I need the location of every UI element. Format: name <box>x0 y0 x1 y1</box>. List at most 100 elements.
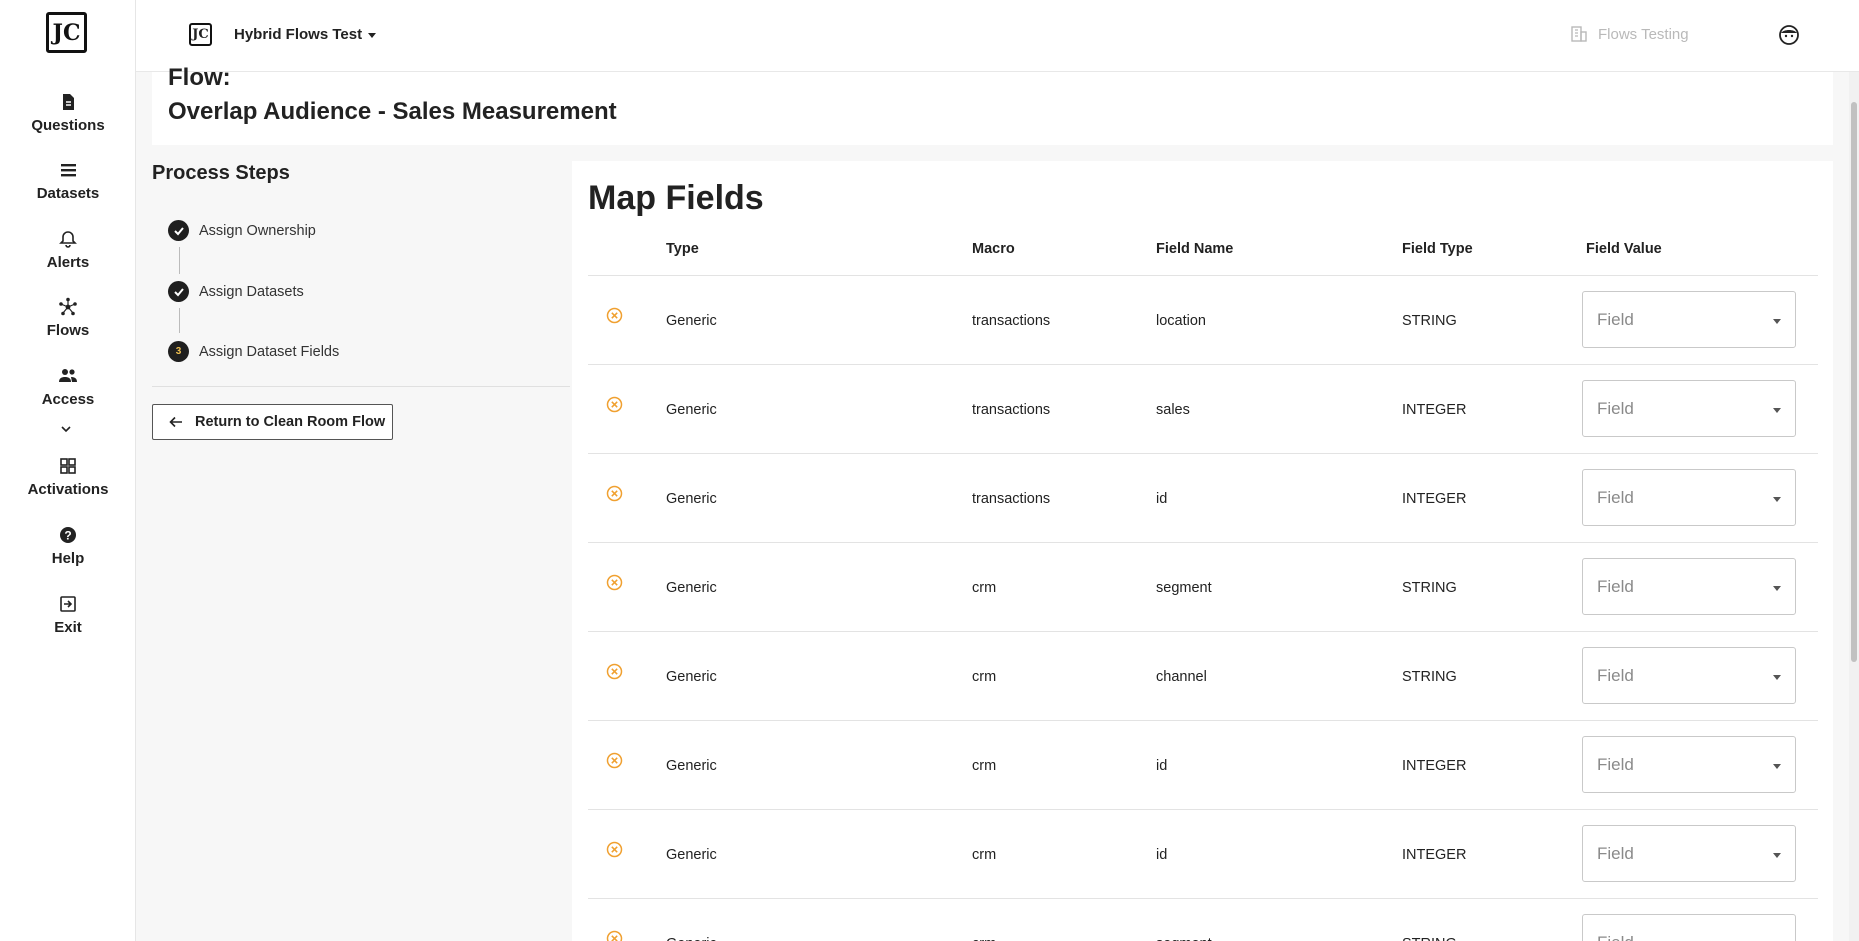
step-assign-dataset-fields[interactable]: 3 Assign Dataset Fields <box>168 341 339 362</box>
field-value-select[interactable]: Field <box>1582 825 1796 882</box>
chevron-down-icon[interactable] <box>58 421 74 437</box>
organization-name: Flows Testing <box>1598 25 1689 43</box>
warning-x-icon <box>606 574 623 591</box>
scrollbar-thumb[interactable] <box>1851 102 1857 662</box>
select-placeholder: Field <box>1597 310 1634 329</box>
field-value-select[interactable]: Field <box>1582 558 1796 615</box>
warning-x-icon <box>606 752 623 769</box>
step-label: Assign Ownership <box>199 222 316 239</box>
nav-label: Access <box>41 391 95 408</box>
grid-icon <box>60 458 76 474</box>
nav-item-activations[interactable]: Activations <box>0 456 136 498</box>
building-icon <box>1571 26 1587 42</box>
field-value-select[interactable]: Field <box>1582 469 1796 526</box>
cell-macro: crm <box>972 847 997 863</box>
nav-label: Help <box>51 550 85 567</box>
warning-x-icon <box>606 841 623 858</box>
cell-type: Generic <box>666 402 717 418</box>
flow-label: Flow: <box>168 64 231 91</box>
map-fields-panel: Map Fields Type Macro Field Name Field T… <box>572 161 1833 941</box>
flow-header: Flow: Overlap Audience - Sales Measureme… <box>152 64 1833 145</box>
caret-down-icon <box>1773 853 1781 858</box>
check-icon <box>168 281 189 302</box>
nav-item-alerts[interactable]: Alerts <box>0 229 136 271</box>
app-logo[interactable]: JC <box>46 12 87 53</box>
nav-item-questions[interactable]: Questions <box>0 92 136 134</box>
cell-field-name: location <box>1156 313 1206 329</box>
divider <box>152 386 570 387</box>
warning-x-icon <box>606 663 623 680</box>
cell-field-type: STRING <box>1402 936 1457 941</box>
cell-field-name: channel <box>1156 669 1207 685</box>
bell-icon <box>59 231 77 248</box>
check-icon <box>168 220 189 241</box>
left-nav: JC Questions Datasets Alerts Flows Acces… <box>0 0 136 941</box>
table-row: Generic crm segment STRING Field <box>588 542 1818 631</box>
cell-macro: crm <box>972 580 997 596</box>
nav-item-help[interactable]: ? Help <box>0 525 136 567</box>
app-logo-text: JC <box>52 19 81 46</box>
caret-down-icon <box>1773 764 1781 769</box>
warning-x-icon <box>606 930 623 941</box>
nav-label: Datasets <box>36 185 100 202</box>
top-bar: JC Hybrid Flows Test Flows Testing <box>136 0 1859 72</box>
step-label: Assign Dataset Fields <box>199 343 340 360</box>
select-placeholder: Field <box>1597 488 1634 507</box>
table-row: Generic transactions id INTEGER Field <box>588 453 1818 542</box>
warning-x-icon <box>606 307 623 324</box>
cell-macro: transactions <box>972 402 1051 418</box>
cell-field-type: STRING <box>1402 580 1457 596</box>
field-value-select[interactable]: Field <box>1582 380 1796 437</box>
select-placeholder: Field <box>1597 933 1634 941</box>
caret-down-icon <box>1773 497 1781 502</box>
cell-type: Generic <box>666 313 717 329</box>
cell-field-type: INTEGER <box>1402 847 1467 863</box>
step-label: Assign Datasets <box>199 283 304 300</box>
step-assign-ownership[interactable]: Assign Ownership <box>168 220 316 241</box>
cell-type: Generic <box>666 491 717 507</box>
cell-type: Generic <box>666 669 717 685</box>
nav-item-flows[interactable]: Flows <box>0 297 136 339</box>
workspace-selector[interactable]: Hybrid Flows Test <box>234 26 377 43</box>
return-to-clean-room-flow-button[interactable]: Return to Clean Room Flow <box>152 404 393 440</box>
cell-type: Generic <box>666 847 717 863</box>
warning-x-icon <box>606 485 623 502</box>
column-header-macro: Macro <box>972 241 1015 257</box>
page-scrollbar[interactable] <box>1849 72 1859 941</box>
field-value-select[interactable]: Field <box>1582 291 1796 348</box>
cell-field-name: id <box>1156 491 1168 507</box>
nav-item-datasets[interactable]: Datasets <box>0 160 136 202</box>
nav-item-exit[interactable]: Exit <box>0 594 136 636</box>
field-value-select[interactable]: Field <box>1582 914 1796 941</box>
table-row: Generic crm id INTEGER Field <box>588 720 1818 809</box>
workspace-logo[interactable]: JC <box>189 23 212 46</box>
table-row: Generic transactions sales INTEGER Field <box>588 364 1818 453</box>
step-assign-datasets[interactable]: Assign Datasets <box>168 281 304 302</box>
nav-label: Exit <box>54 619 82 636</box>
cell-field-name: id <box>1156 758 1168 774</box>
caret-down-icon <box>1773 319 1781 324</box>
cell-field-name: segment <box>1156 936 1212 941</box>
nav-item-access[interactable]: Access <box>0 366 136 408</box>
svg-text:?: ? <box>64 529 71 543</box>
column-header-field-value: Field Value <box>1586 241 1662 257</box>
process-steps-title: Process Steps <box>152 162 290 184</box>
column-header-field-type: Field Type <box>1402 241 1473 257</box>
cell-field-type: INTEGER <box>1402 402 1467 418</box>
field-value-select[interactable]: Field <box>1582 736 1796 793</box>
step-number: 3 <box>168 341 189 362</box>
cell-type: Generic <box>666 580 717 596</box>
nav-label: Flows <box>46 322 90 339</box>
step-connector <box>179 308 180 333</box>
cell-type: Generic <box>666 758 717 774</box>
table-row: Generic crm id INTEGER Field <box>588 809 1818 898</box>
workspace-logo-text: JC <box>192 27 209 42</box>
avatar-icon[interactable] <box>1778 24 1800 46</box>
caret-down-icon <box>1773 408 1781 413</box>
cell-field-type: STRING <box>1402 669 1457 685</box>
field-value-select[interactable]: Field <box>1582 647 1796 704</box>
select-placeholder: Field <box>1597 844 1634 863</box>
map-fields-title: Map Fields <box>588 179 764 217</box>
table-row: Generic crm segment STRING Field <box>588 898 1818 941</box>
cell-field-type: INTEGER <box>1402 758 1467 774</box>
